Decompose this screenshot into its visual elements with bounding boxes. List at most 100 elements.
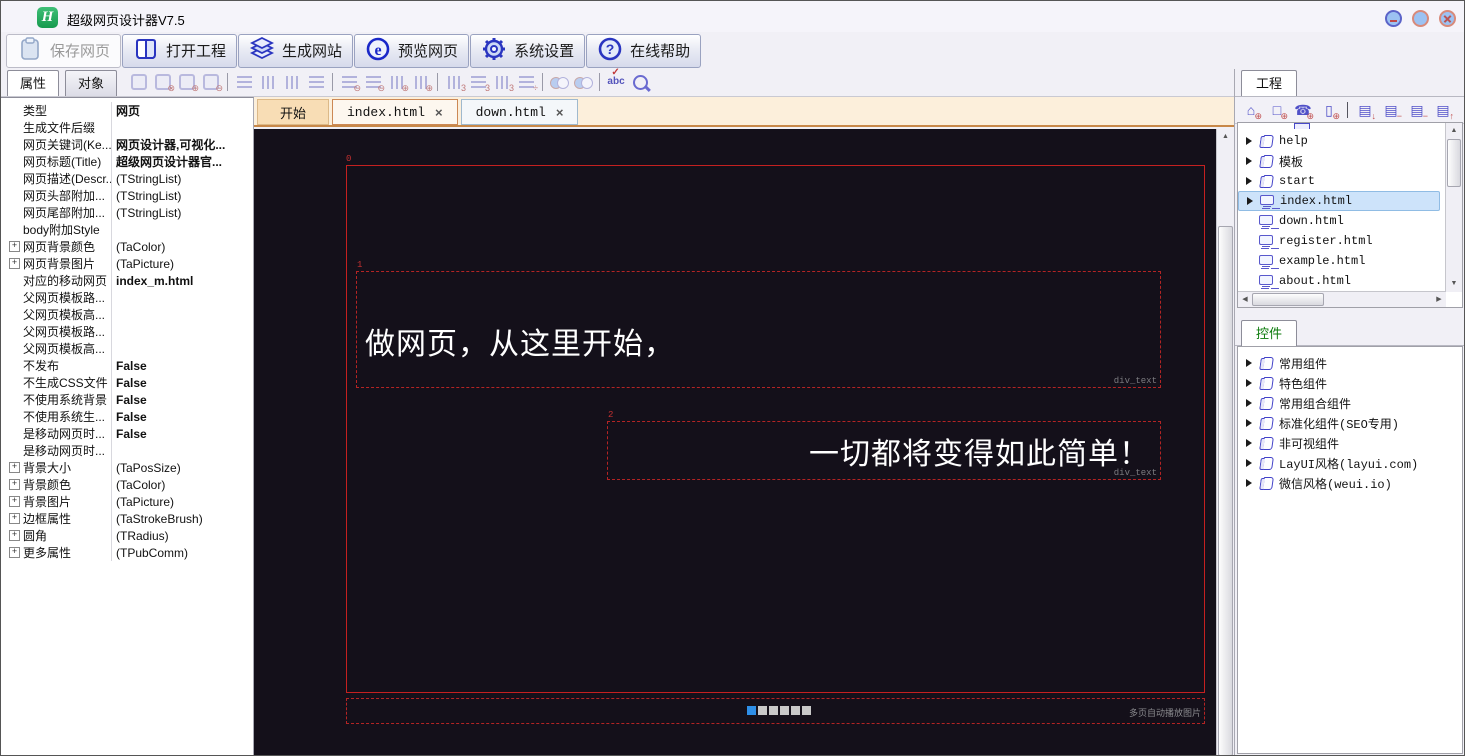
- align-left-icon[interactable]: [232, 71, 256, 93]
- group-icon[interactable]: [547, 71, 571, 93]
- align-middle-icon[interactable]: ⊖: [361, 71, 385, 93]
- property-value[interactable]: (TPubComm): [112, 546, 253, 560]
- expand-arrow-icon[interactable]: [1246, 456, 1258, 470]
- tab-objects[interactable]: 对象: [65, 70, 117, 96]
- expand-icon[interactable]: [9, 241, 20, 252]
- align-bottom-icon[interactable]: ⊕: [409, 71, 433, 93]
- expand-icon[interactable]: [9, 547, 20, 558]
- expand-arrow-icon[interactable]: [1246, 436, 1258, 450]
- property-row[interactable]: 边框属性 (TaStrokeBrush): [1, 510, 253, 527]
- same-height-icon[interactable]: 3: [466, 71, 490, 93]
- tree-item[interactable]: down.html: [1238, 211, 1462, 231]
- expand-icon[interactable]: [9, 462, 20, 473]
- expand-icon[interactable]: [9, 479, 20, 490]
- align-top-icon[interactable]: ⊖: [337, 71, 361, 93]
- remove-item-icon[interactable]: ▤ −: [1378, 99, 1404, 121]
- expand-arrow-icon[interactable]: [1246, 134, 1258, 148]
- text-block[interactable]: 1 做网页，从这里开始， div_text: [356, 271, 1161, 388]
- property-row[interactable]: 背景图片 (TaPicture): [1, 493, 253, 510]
- remove-object-icon[interactable]: ⊖: [199, 71, 223, 93]
- property-value[interactable]: (TRadius): [112, 529, 253, 543]
- scroll-up-icon[interactable]: ▲: [1446, 123, 1462, 139]
- property-value[interactable]: index_m.html: [112, 274, 253, 288]
- tree-item[interactable]: 常用组合组件: [1238, 393, 1462, 413]
- expand-arrow-icon[interactable]: [1246, 376, 1258, 390]
- spacing-icon[interactable]: ÷: [514, 71, 538, 93]
- property-row[interactable]: 类型 网页: [1, 102, 253, 119]
- property-value[interactable]: (TaPosSize): [112, 461, 253, 475]
- property-row[interactable]: 是移动网页时...: [1, 442, 253, 459]
- property-row[interactable]: 父网页模板高...: [1, 340, 253, 357]
- property-row[interactable]: 对应的移动网页 index_m.html: [1, 272, 253, 289]
- expand-arrow-icon[interactable]: [1246, 356, 1258, 370]
- property-row[interactable]: body附加Style: [1, 221, 253, 238]
- scroll-left-icon[interactable]: ◀: [1238, 292, 1252, 307]
- property-value[interactable]: False: [112, 410, 253, 424]
- property-row[interactable]: 网页标题(Title) 超级网页设计器官...: [1, 153, 253, 170]
- minimize-button[interactable]: [1385, 10, 1402, 27]
- close-tab-icon[interactable]: ×: [556, 105, 564, 120]
- expand-arrow-icon[interactable]: [1247, 194, 1259, 208]
- expand-arrow-icon[interactable]: [1246, 476, 1258, 490]
- tree-item[interactable]: 非可视组件: [1238, 433, 1462, 453]
- slider-dot[interactable]: [769, 706, 778, 715]
- property-row[interactable]: 父网页模板路...: [1, 323, 253, 340]
- property-value[interactable]: (TaColor): [112, 478, 253, 492]
- scrollbar-thumb[interactable]: [1447, 139, 1461, 187]
- delete-object-icon[interactable]: ⊗: [151, 71, 175, 93]
- property-value[interactable]: 网页设计器,可视化...: [112, 136, 253, 153]
- tab-project[interactable]: 工程: [1241, 70, 1297, 96]
- property-row[interactable]: 圆角 (TRadius): [1, 527, 253, 544]
- online-help-button[interactable]: ? 在线帮助: [586, 34, 701, 68]
- move-down-icon[interactable]: ▤ ↓: [1352, 99, 1378, 121]
- tree-item[interactable]: example.html: [1238, 251, 1462, 271]
- new-mobile-page-icon[interactable]: ☎ ⊕: [1290, 99, 1316, 121]
- same-size-icon[interactable]: 3: [490, 71, 514, 93]
- property-row[interactable]: 网页描述(Descr... (TStringList): [1, 170, 253, 187]
- align-right-icon[interactable]: [280, 71, 304, 93]
- scroll-right-icon[interactable]: ▶: [1432, 292, 1446, 307]
- scroll-down-icon[interactable]: ▼: [1446, 276, 1462, 292]
- canvas-vertical-scrollbar[interactable]: ▲: [1216, 129, 1234, 756]
- expand-arrow-icon[interactable]: [1246, 416, 1258, 430]
- property-row[interactable]: 不使用系统背景 False: [1, 391, 253, 408]
- tree-vertical-scrollbar[interactable]: ▲ ▼: [1445, 123, 1462, 292]
- property-row[interactable]: 网页背景颜色 (TaColor): [1, 238, 253, 255]
- tree-horizontal-scrollbar[interactable]: ◀ ▶: [1238, 291, 1446, 307]
- slider-dot[interactable]: [747, 706, 756, 715]
- slider-dot[interactable]: [758, 706, 767, 715]
- expand-icon[interactable]: [9, 258, 20, 269]
- property-value[interactable]: (TStringList): [112, 206, 253, 220]
- expand-icon[interactable]: [9, 496, 20, 507]
- delete-item-icon[interactable]: ▤ −: [1404, 99, 1430, 121]
- property-row[interactable]: 父网页模板路...: [1, 289, 253, 306]
- distribute-v-icon[interactable]: ⊕: [385, 71, 409, 93]
- send-back-icon[interactable]: [127, 71, 151, 93]
- expand-arrow-icon[interactable]: [1246, 396, 1258, 410]
- image-slider-block[interactable]: 多页自动播放图片: [346, 698, 1205, 724]
- property-value[interactable]: 超级网页设计器官...: [112, 153, 253, 170]
- property-row[interactable]: 更多属性 (TPubComm): [1, 544, 253, 561]
- tree-item[interactable]: 常用组件: [1238, 353, 1462, 373]
- property-row[interactable]: 不使用系统生... False: [1, 408, 253, 425]
- ungroup-icon[interactable]: [571, 71, 595, 93]
- property-row[interactable]: 网页尾部附加... (TStringList): [1, 204, 253, 221]
- settings-button[interactable]: 系统设置: [470, 34, 585, 68]
- open-project-button[interactable]: 打开工程: [122, 34, 237, 68]
- tree-item[interactable]: start: [1238, 171, 1462, 191]
- expand-icon[interactable]: [9, 530, 20, 541]
- property-row[interactable]: 背景大小 (TaPosSize): [1, 459, 253, 476]
- property-value[interactable]: False: [112, 427, 253, 441]
- tree-item[interactable]: register.html: [1238, 231, 1462, 251]
- expand-arrow-icon[interactable]: [1246, 174, 1258, 188]
- expand-arrow-icon[interactable]: [1246, 154, 1258, 168]
- close-tab-icon[interactable]: ×: [435, 105, 443, 120]
- tree-item[interactable]: 标准化组件(SEO专用): [1238, 413, 1462, 433]
- text-block[interactable]: 2 一切都将变得如此简单！ div_text: [607, 421, 1161, 480]
- property-value[interactable]: False: [112, 393, 253, 407]
- property-value[interactable]: False: [112, 376, 253, 390]
- tree-item[interactable]: 微信风格(weui.io): [1238, 473, 1462, 493]
- new-folder-icon[interactable]: ▯ ⊕: [1316, 99, 1342, 121]
- slider-dot[interactable]: [791, 706, 800, 715]
- tree-item[interactable]: 特色组件: [1238, 373, 1462, 393]
